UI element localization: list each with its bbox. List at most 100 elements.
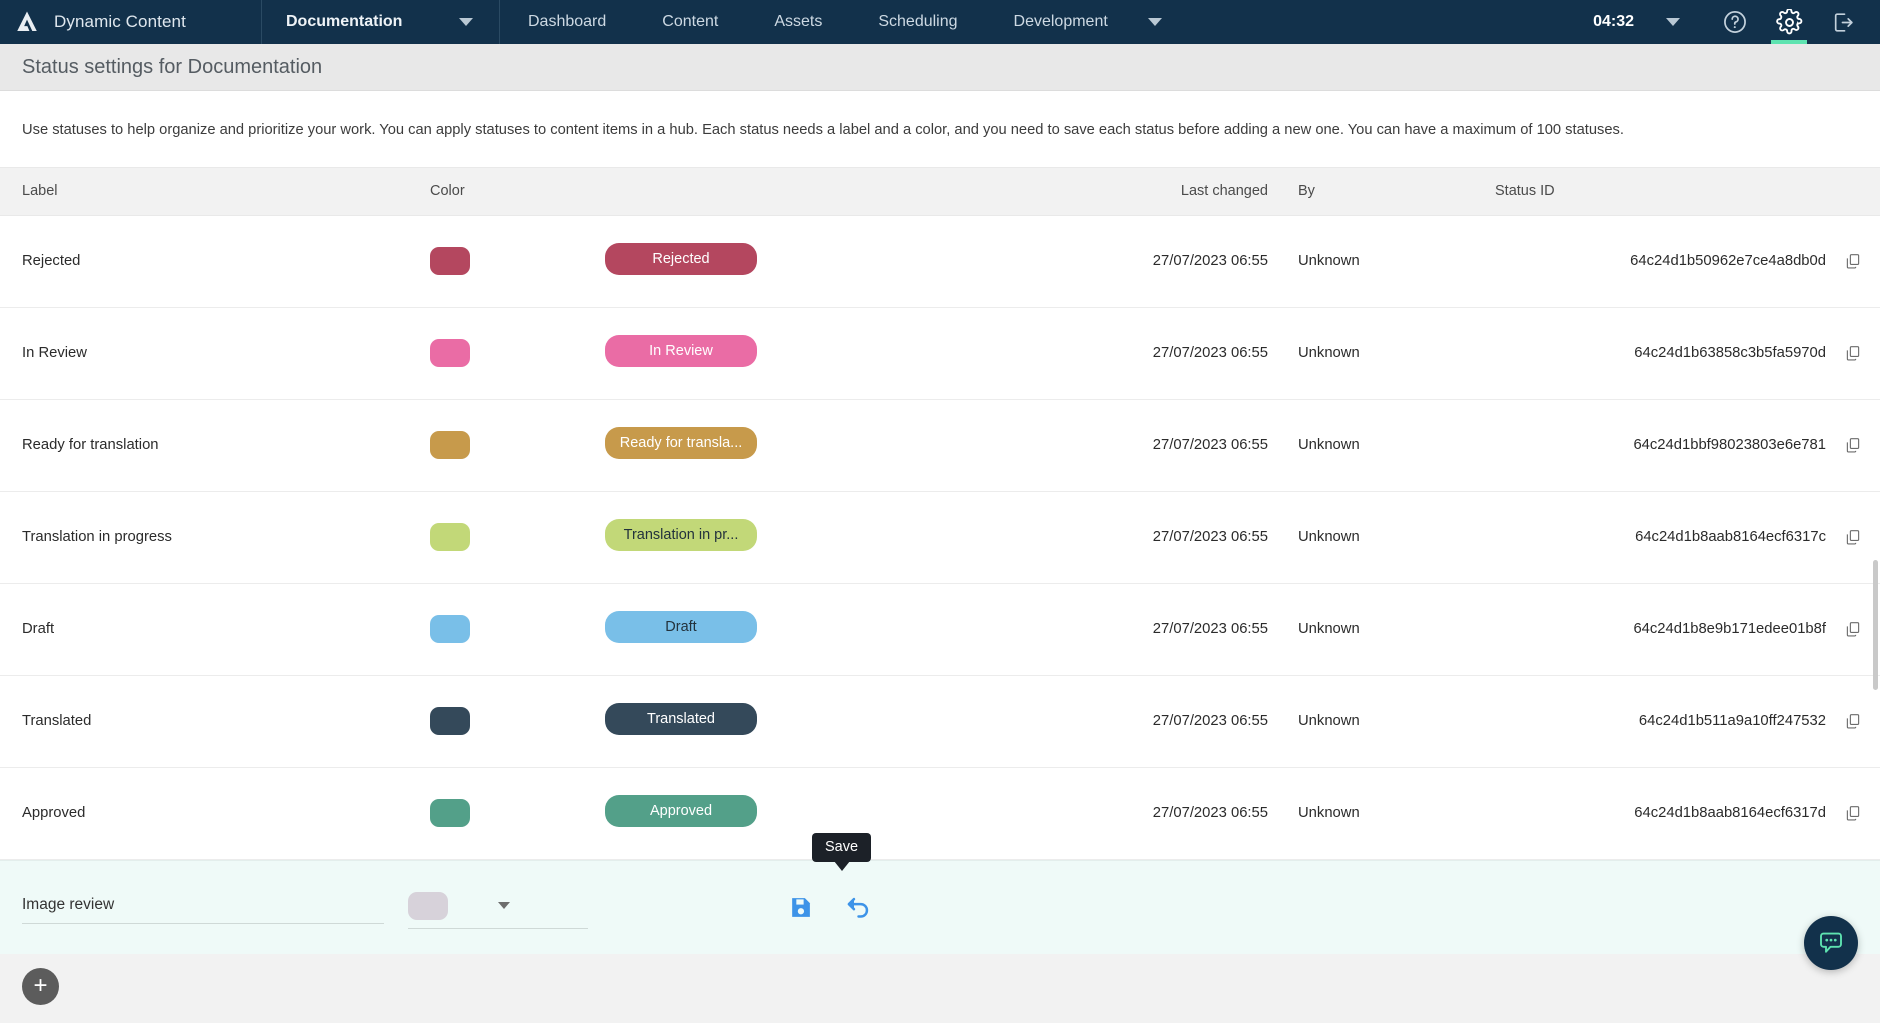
status-id-value: 64c24d1bbf98023803e6e781: [1633, 437, 1826, 454]
status-color-swatch[interactable]: [430, 523, 470, 552]
save-floppy-icon: [792, 897, 810, 917]
scrollbar-thumb[interactable]: [1873, 560, 1878, 690]
new-status-label-field-wrap: [0, 890, 408, 925]
status-last-changed: 27/07/2023 06:55: [1152, 529, 1268, 546]
status-label: Ready for translation: [22, 437, 159, 454]
status-last-changed: 27/07/2023 06:55: [1152, 713, 1268, 730]
table-row: Approved Approved 27/07/2023 06:55 Unknown 6…: [0, 767, 1880, 860]
table-header-row: Label Color Last changed By Status ID: [0, 166, 1880, 216]
nav-link-development-label: Development: [1013, 13, 1108, 30]
status-id-value: 64c24d1b63858c3b5fa5970d: [1634, 345, 1826, 362]
new-status-actions: [788, 894, 872, 921]
table-row: Translated Translated 27/07/2023 06:55 Unkn…: [0, 675, 1880, 768]
status-id-value: 64c24d1b50962e7ce4a8db0d: [1630, 253, 1826, 270]
save-button[interactable]: [788, 895, 813, 920]
table-row: Ready for translation Ready for transla..…: [0, 399, 1880, 492]
status-changed-by: Unknown: [1298, 437, 1360, 454]
amplience-logo-icon: [17, 11, 37, 31]
status-id-value: 64c24d1b511a9a10ff247532: [1638, 713, 1826, 730]
plus-icon: +: [33, 972, 48, 1000]
status-color-swatch[interactable]: [430, 247, 470, 276]
copy-icon[interactable]: [1844, 436, 1862, 454]
new-status-label-input[interactable]: [22, 890, 384, 925]
status-chip: Translated: [605, 703, 757, 736]
status-chip: In Review: [605, 335, 757, 368]
help-icon[interactable]: [1708, 0, 1762, 44]
new-status-edit-row: Save: [0, 832, 1880, 954]
status-id-value: 64c24d1b8aab8164ecf6317c: [1635, 529, 1826, 546]
nav-link-scheduling[interactable]: Scheduling: [850, 0, 985, 44]
status-label: Approved: [22, 805, 86, 822]
new-status-color-swatch[interactable]: [408, 891, 448, 920]
gear-icon[interactable]: [1762, 0, 1816, 44]
status-color-swatch[interactable]: [430, 799, 470, 828]
hub-selector[interactable]: Documentation: [262, 0, 500, 44]
status-changed-by: Unknown: [1298, 345, 1360, 362]
save-tooltip: Save: [812, 832, 872, 862]
copy-icon[interactable]: [1844, 804, 1862, 822]
nav-link-assets[interactable]: Assets: [746, 0, 850, 44]
column-header-by: By: [1290, 166, 1485, 216]
status-chip: Translation in pr...: [605, 519, 757, 552]
copy-icon[interactable]: [1844, 344, 1862, 362]
status-changed-by: Unknown: [1298, 713, 1360, 730]
table-body: Rejected Rejected 27/07/2023 06:55 Unknown 6…: [0, 215, 1880, 860]
status-chip: Rejected: [605, 243, 757, 276]
nav-link-dashboard[interactable]: Dashboard: [500, 0, 634, 44]
column-header-label: Label: [0, 166, 430, 216]
page-title: Status settings for Documentation: [22, 55, 323, 78]
chevron-down-icon[interactable]: [1147, 18, 1162, 26]
status-label: Rejected: [22, 253, 81, 270]
undo-button[interactable]: [845, 894, 872, 921]
nav-link-content[interactable]: Content: [634, 0, 746, 44]
status-changed-by: Unknown: [1298, 529, 1360, 546]
status-color-swatch[interactable]: [430, 707, 470, 736]
nav-right-cluster: 04:32: [1593, 0, 1880, 44]
column-header-chip-preview: [605, 166, 1060, 216]
copy-icon[interactable]: [1844, 620, 1862, 638]
top-navigation-bar: Dynamic Content Documentation Dashboard …: [0, 0, 1880, 44]
column-header-last-changed: Last changed: [1060, 166, 1290, 216]
session-timer: 04:32: [1593, 13, 1634, 30]
status-last-changed: 27/07/2023 06:55: [1152, 253, 1268, 270]
primary-nav-links: Dashboard Content Assets Scheduling: [500, 0, 986, 44]
status-label: In Review: [22, 345, 87, 362]
status-chip: Draft: [605, 611, 757, 644]
copy-icon[interactable]: [1844, 252, 1862, 270]
logout-icon[interactable]: [1816, 0, 1870, 44]
status-last-changed: 27/07/2023 06:55: [1152, 621, 1268, 638]
status-chip: Ready for transla...: [605, 427, 757, 460]
chevron-down-icon[interactable]: [498, 902, 510, 910]
page-header: Status settings for Documentation: [0, 44, 1880, 91]
status-label: Translated: [22, 713, 92, 730]
status-color-swatch[interactable]: [430, 615, 470, 644]
status-last-changed: 27/07/2023 06:55: [1152, 345, 1268, 362]
status-table: Label Color Last changed By Status ID Re…: [0, 166, 1880, 860]
hub-selector-label: Documentation: [286, 13, 403, 30]
chevron-down-icon[interactable]: [1666, 18, 1680, 26]
chat-support-button[interactable]: [1804, 915, 1858, 970]
status-id-value: 64c24d1b8aab8164ecf6317d: [1634, 805, 1826, 822]
nav-link-development[interactable]: Development: [986, 0, 1162, 44]
undo-icon: [847, 897, 869, 918]
status-id-value: 64c24d1b8e9b171edee01b8f: [1633, 621, 1826, 638]
brand-title: Dynamic Content: [54, 12, 186, 31]
status-label: Translation in progress: [22, 529, 172, 546]
chat-bubble-icon: [1820, 932, 1842, 953]
add-status-button[interactable]: +: [22, 967, 59, 1005]
chevron-down-icon[interactable]: [459, 18, 473, 26]
copy-icon[interactable]: [1844, 712, 1862, 730]
status-color-swatch[interactable]: [430, 339, 470, 368]
copy-icon[interactable]: [1844, 528, 1862, 546]
table-row: Rejected Rejected 27/07/2023 06:55 Unknown 6…: [0, 215, 1880, 308]
column-header-status-id: Status ID: [1485, 166, 1880, 216]
brand-area[interactable]: Dynamic Content: [0, 0, 262, 44]
table-row: Translation in progress Translation in pr…: [0, 491, 1880, 584]
status-last-changed: 27/07/2023 06:55: [1152, 805, 1268, 822]
status-changed-by: Unknown: [1298, 253, 1360, 270]
new-status-color-picker[interactable]: [408, 891, 588, 929]
status-color-swatch[interactable]: [430, 431, 470, 460]
page-description: Use statuses to help organize and priori…: [22, 122, 1624, 138]
page-footer: +: [0, 915, 1880, 1023]
status-chip: Approved: [605, 795, 757, 828]
